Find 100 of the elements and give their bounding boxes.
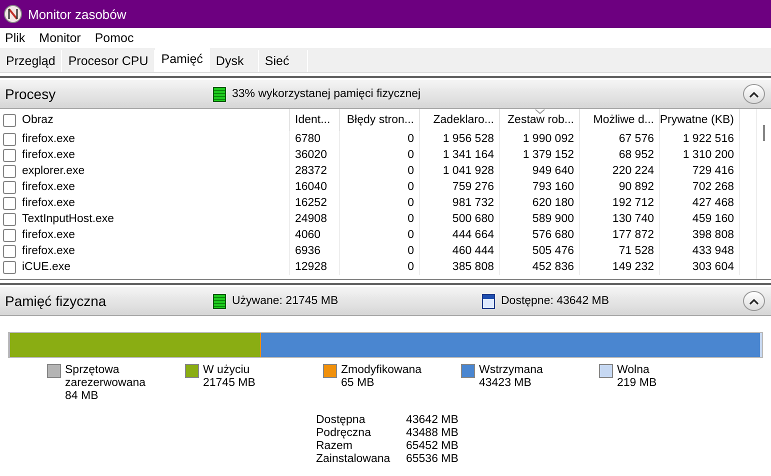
column-header[interactable]: Zadeklaro... bbox=[433, 114, 494, 126]
table-cell: 1 341 164 bbox=[442, 149, 494, 161]
legend-value: 219 MB bbox=[617, 377, 658, 390]
checkbox[interactable] bbox=[3, 114, 16, 126]
table-cell: firefox.exe bbox=[22, 181, 76, 193]
collapse-button[interactable] bbox=[743, 84, 765, 104]
checkbox[interactable] bbox=[3, 228, 16, 242]
available-memory-label: Dostępne: 43642 MB bbox=[501, 295, 610, 307]
table-cell: 459 160 bbox=[692, 213, 734, 225]
meter-icon bbox=[213, 86, 226, 102]
legend-label: W użyciu bbox=[203, 364, 251, 377]
column-header[interactable]: Ident... bbox=[295, 114, 330, 126]
column-header[interactable]: Prywatne (KB) bbox=[660, 114, 734, 126]
total-label: Zainstalowana bbox=[316, 453, 392, 466]
legend-value: 65 MB bbox=[341, 377, 376, 390]
table-cell: 6780 bbox=[295, 133, 321, 145]
table-cell: 90 892 bbox=[618, 181, 654, 193]
legend-value: 84 MB bbox=[65, 390, 100, 403]
table-cell: 130 740 bbox=[612, 213, 654, 225]
checkbox[interactable] bbox=[3, 180, 16, 194]
chevron-up-icon bbox=[749, 298, 759, 304]
legend-label: Sprzętowa zarezerwowana bbox=[65, 364, 147, 390]
table-cell: 0 bbox=[408, 261, 414, 273]
section-title: Procesy bbox=[5, 86, 57, 102]
table-cell: firefox.exe bbox=[22, 149, 76, 161]
legend-value: 21745 MB bbox=[203, 377, 256, 390]
table-cell: 24908 bbox=[295, 213, 327, 225]
table-cell: 28372 bbox=[295, 165, 327, 177]
memory-usage-summary: 33% wykorzystanej pamięci fizycznej bbox=[232, 88, 421, 100]
table-cell: 398 808 bbox=[692, 229, 734, 241]
table-cell: 949 640 bbox=[532, 165, 574, 177]
total-label: Podręczna bbox=[316, 427, 372, 440]
table-cell: 729 416 bbox=[692, 165, 734, 177]
table-cell: 702 268 bbox=[692, 181, 734, 193]
table-cell: 192 712 bbox=[612, 197, 654, 209]
collapse-button[interactable] bbox=[743, 291, 765, 311]
checkbox[interactable] bbox=[3, 164, 16, 178]
used-memory-label: Używane: 21745 MB bbox=[232, 295, 340, 307]
window-title: Monitor zasobów bbox=[28, 6, 126, 22]
chevron-up-icon bbox=[749, 90, 759, 98]
table-cell: 149 232 bbox=[612, 261, 654, 273]
table-cell: 793 160 bbox=[532, 181, 574, 193]
table-cell: 500 680 bbox=[452, 213, 494, 225]
table-cell: 427 468 bbox=[692, 197, 734, 209]
section-header[interactable]: Procesy 33% wykorzystanej pamięci fizycznej bbox=[0, 80, 771, 109]
checkbox[interactable] bbox=[3, 196, 16, 210]
table-cell: 16252 bbox=[295, 197, 327, 209]
table-cell: 1 310 200 bbox=[682, 149, 734, 161]
table-cell: 981 732 bbox=[452, 197, 494, 209]
table-cell: 0 bbox=[408, 229, 414, 241]
table-cell: TextInputHost.exe bbox=[22, 213, 114, 225]
total-label: Dostępna bbox=[316, 414, 366, 427]
checkbox[interactable] bbox=[3, 260, 16, 274]
table-cell: 0 bbox=[408, 133, 414, 145]
table-cell: 0 bbox=[408, 197, 414, 209]
checkbox[interactable] bbox=[3, 132, 16, 146]
table-cell: 1 956 528 bbox=[442, 133, 494, 145]
table-cell: 1 990 092 bbox=[522, 133, 574, 145]
tab[interactable]: Pamięć bbox=[155, 48, 210, 72]
table-cell: 71 528 bbox=[618, 245, 654, 257]
section-header[interactable]: Pamięć fizyczna Używane: 21745 MB Dostępne: 43642 MB bbox=[0, 287, 771, 316]
column-header[interactable]: Możliwe d... bbox=[593, 114, 654, 126]
checkbox[interactable] bbox=[3, 244, 16, 258]
available-memory-icon bbox=[482, 294, 495, 308]
table-cell: 12928 bbox=[295, 261, 327, 273]
table-cell: 303 604 bbox=[692, 261, 734, 273]
table-cell: 0 bbox=[408, 181, 414, 193]
table-cell: 36020 bbox=[295, 149, 327, 161]
table-cell: 68 952 bbox=[618, 149, 654, 161]
total-value: 43642 MB bbox=[406, 414, 458, 427]
legend-label: Wolna bbox=[617, 364, 650, 377]
table-cell: iCUE.exe bbox=[22, 261, 71, 273]
menu-item[interactable]: Pomoc bbox=[94, 31, 134, 45]
table-cell: 67 576 bbox=[618, 133, 654, 145]
column-header[interactable]: Zestaw rob... bbox=[508, 114, 574, 126]
total-value: 65452 MB bbox=[406, 440, 458, 453]
table-cell: 385 808 bbox=[452, 261, 494, 273]
table-cell: 433 948 bbox=[692, 245, 734, 257]
column-header[interactable]: Obraz bbox=[22, 114, 54, 126]
table-cell: 620 180 bbox=[532, 197, 574, 209]
legend-label: Zmodyfikowana bbox=[341, 364, 423, 377]
menu-item[interactable]: Plik bbox=[5, 31, 26, 45]
legend-label: Wstrzymana bbox=[479, 364, 544, 377]
total-label: Razem bbox=[316, 440, 354, 453]
table-cell: 16040 bbox=[295, 181, 327, 193]
menu-item[interactable]: Monitor bbox=[39, 31, 81, 45]
table-cell: 1 379 152 bbox=[522, 149, 574, 161]
table-cell: 0 bbox=[408, 165, 414, 177]
checkbox[interactable] bbox=[3, 212, 16, 226]
column-header[interactable]: Błędy stron... bbox=[346, 114, 414, 126]
table-cell: 444 664 bbox=[452, 229, 494, 241]
table-cell: firefox.exe bbox=[22, 197, 76, 209]
table-cell: firefox.exe bbox=[22, 133, 76, 145]
table-cell: 505 476 bbox=[532, 245, 574, 257]
table-cell: 220 224 bbox=[612, 165, 654, 177]
meter-icon bbox=[213, 294, 226, 308]
table-cell: firefox.exe bbox=[22, 245, 76, 257]
table-cell: 0 bbox=[408, 213, 414, 225]
checkbox[interactable] bbox=[3, 148, 16, 162]
total-value: 43488 MB bbox=[406, 427, 458, 440]
